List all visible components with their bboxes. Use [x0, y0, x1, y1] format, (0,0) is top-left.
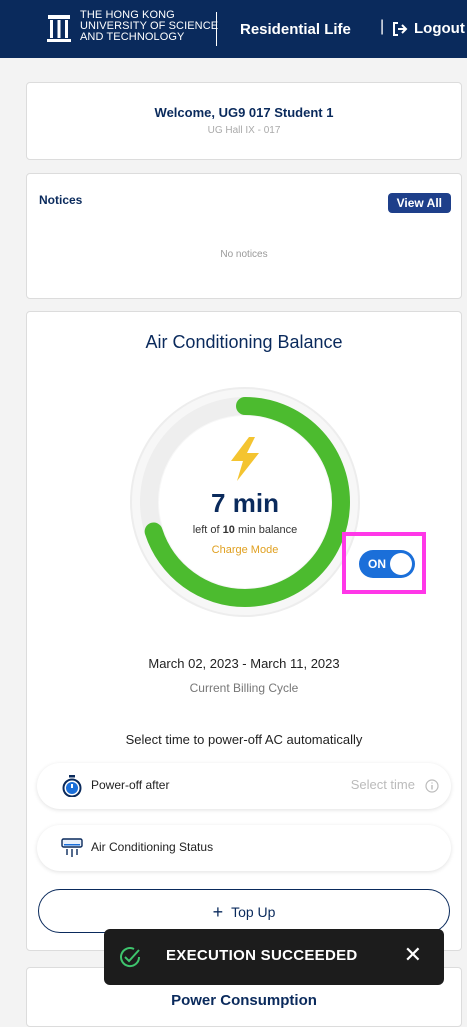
app-title: Residential Life — [240, 21, 351, 38]
toggle-label: ON — [368, 557, 386, 571]
logout-button[interactable]: Logout — [392, 20, 465, 37]
welcome-title: Welcome, UG9 017 Student 1 — [154, 105, 334, 120]
power-off-prompt: Select time to power-off AC automaticall… — [125, 732, 363, 747]
charge-mode-label: Charge Mode — [211, 544, 279, 556]
top-up-label: Top Up — [231, 904, 276, 920]
welcome-card: Welcome, UG9 017 Student 1 UG Hall IX - … — [26, 82, 462, 160]
top-header: THE HONG KONG UNIVERSITY OF SCIENCE AND … — [0, 0, 467, 58]
top-up-button[interactable]: + Top Up — [38, 889, 450, 933]
university-name: THE HONG KONG UNIVERSITY OF SCIENCE AND … — [80, 10, 218, 43]
stopwatch-icon — [62, 775, 82, 797]
logout-label: Logout — [414, 20, 465, 37]
remaining-value: 7 — [211, 488, 226, 518]
power-off-label: Power-off after — [91, 778, 170, 792]
success-toast: EXECUTION SUCCEEDED ✕ — [104, 929, 444, 985]
no-notices-text: No notices — [220, 249, 268, 260]
hkust-logo-icon — [47, 15, 71, 42]
header-divider — [216, 12, 217, 46]
ac-status-row: Air Conditioning Status — [37, 825, 451, 871]
air-conditioner-icon — [61, 838, 83, 857]
toast-message: EXECUTION SUCCEEDED — [166, 947, 358, 964]
remaining-unit: min — [232, 488, 279, 518]
notices-title: Notices — [39, 193, 83, 207]
info-icon[interactable] — [425, 779, 439, 793]
toggle-knob — [390, 553, 412, 575]
top-up-content: + Top Up — [39, 902, 449, 923]
balance-caption: left of 10 min balance — [125, 524, 365, 536]
balance-total: 10 — [222, 524, 235, 536]
view-all-button[interactable]: View All — [387, 193, 451, 213]
billing-cycle-dates: March 02, 2023 - March 11, 2023 — [148, 656, 340, 671]
logout-arrow-icon — [393, 21, 408, 36]
ac-balance-title: Air Conditioning Balance — [145, 332, 343, 352]
ac-status-label: Air Conditioning Status — [91, 840, 214, 854]
lightning-bolt-icon — [231, 437, 259, 481]
ac-balance-card: Air Conditioning Balance 7 min left of 1… — [26, 311, 462, 951]
check-circle-icon — [120, 947, 141, 968]
billing-cycle-label: Current Billing Cycle — [189, 681, 299, 695]
select-time-input[interactable]: Select time — [351, 777, 415, 792]
notices-card: Notices View All No notices — [26, 173, 462, 299]
power-off-row[interactable]: Power-off after Select time — [37, 763, 451, 809]
balance-caption-prefix: left of — [192, 524, 220, 536]
balance-caption-suffix: min balance — [237, 524, 298, 536]
remaining-minutes: 7 min — [125, 488, 365, 519]
ac-power-toggle[interactable]: ON — [359, 550, 415, 578]
room-label: UG Hall IX - 017 — [207, 125, 281, 136]
header-separator: | — [380, 18, 385, 35]
university-name-line-3: AND TECHNOLOGY — [80, 31, 185, 43]
gauge-center: 7 min left of 10 min balance Charge Mode — [125, 382, 365, 622]
close-icon[interactable]: ✕ — [404, 942, 422, 968]
plus-icon: + — [212, 902, 224, 922]
power-consumption-title: Power Consumption — [171, 992, 317, 1009]
